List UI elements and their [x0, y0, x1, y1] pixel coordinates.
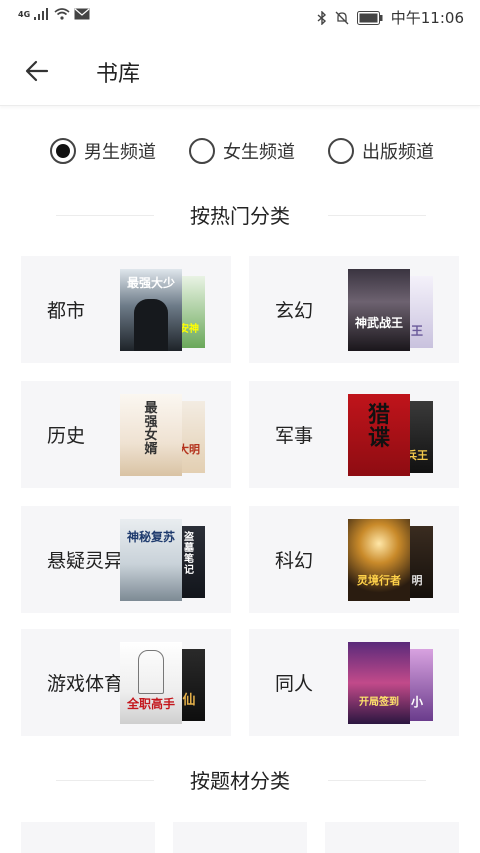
radio-publish-channel[interactable]: 出版频道 — [328, 134, 434, 168]
page-title: 书库 — [96, 62, 141, 87]
mute-icon — [335, 11, 349, 24]
category-card-xuanhuan[interactable]: 玄幻 王 神武战王 — [249, 256, 459, 363]
category-card-dushi[interactable]: 都市 安神 最强大少 — [21, 256, 231, 363]
divider — [328, 215, 426, 216]
divider — [328, 780, 426, 781]
book-cover: 神秘复苏 — [120, 519, 182, 601]
cover-text: 灵境行者 — [357, 574, 401, 587]
category-card-junshi[interactable]: 军事 兵王 猎谍 — [249, 381, 459, 488]
radio-label: 女生频道 — [223, 142, 295, 163]
theme-card[interactable] — [173, 822, 307, 853]
book-cover: 最强大少 — [120, 269, 182, 351]
category-label: 军事 — [275, 425, 314, 447]
category-label: 都市 — [47, 300, 86, 322]
radio-male-channel[interactable]: 男生频道 — [50, 134, 156, 168]
wifi-icon — [54, 8, 70, 20]
book-cover: 灵境行者 — [348, 519, 410, 601]
clock: 中午11:06 — [390, 9, 464, 27]
radio-dot — [56, 144, 70, 158]
radio-circle — [328, 138, 354, 164]
cover-text: 猎谍 — [367, 402, 390, 452]
signal-icon — [34, 8, 49, 20]
cover-text: 最强大少 — [126, 276, 175, 290]
cover-text: 开局签到 — [359, 697, 399, 708]
category-label: 科幻 — [275, 550, 314, 572]
battery-icon — [356, 10, 383, 25]
cover-text: 神武战王 — [354, 316, 403, 330]
book-cover: 最强女婿 — [120, 394, 182, 476]
back-button[interactable] — [20, 54, 54, 88]
channel-selector: 男生频道 女生频道 出版频道 — [0, 134, 480, 168]
status-bar: 4G 中午11:06 — [0, 0, 480, 34]
category-label: 同人 — [275, 673, 314, 695]
category-label: 玄幻 — [275, 300, 314, 322]
bluetooth-icon — [317, 10, 326, 25]
category-label: 游戏体育 — [47, 673, 124, 695]
category-card-lishi[interactable]: 历史 大明 最强女婿 — [21, 381, 231, 488]
theme-card[interactable] — [21, 822, 155, 853]
hot-section-header: 按热门分类 — [0, 200, 480, 230]
cover-figure — [134, 299, 168, 351]
cover-figure — [138, 650, 164, 694]
book-cover: 开局签到 — [348, 642, 410, 724]
category-card-youxi[interactable]: 游戏体育 仙 全职高手 — [21, 629, 231, 736]
radio-circle — [189, 138, 215, 164]
cover-text: 全职高手 — [126, 697, 175, 711]
app-bar: 书库 — [0, 34, 480, 106]
network-type: 4G — [18, 9, 31, 19]
radio-female-channel[interactable]: 女生频道 — [189, 134, 295, 168]
category-label: 悬疑灵异 — [47, 550, 124, 572]
book-cover: 猎谍 — [348, 394, 410, 476]
cover-text: 盗墓笔记 — [184, 532, 194, 576]
book-cover: 神武战王 — [348, 269, 410, 351]
radio-label: 男生频道 — [84, 142, 156, 163]
category-label: 历史 — [47, 425, 86, 447]
book-cover: 全职高手 — [120, 642, 182, 724]
radio-label: 出版频道 — [362, 142, 434, 163]
mail-icon — [74, 8, 90, 20]
arrow-left-icon — [25, 60, 49, 82]
cover-text: 最强女婿 — [144, 401, 158, 457]
cover-text: 神秘复苏 — [126, 530, 175, 544]
theme-section-header: 按题材分类 — [0, 765, 480, 795]
theme-card[interactable] — [325, 822, 459, 853]
category-card-tongren[interactable]: 同人 小 开局签到 — [249, 629, 459, 736]
category-card-xuanyi[interactable]: 悬疑灵异 盗墓笔记 神秘复苏 — [21, 506, 231, 613]
category-card-kehuan[interactable]: 科幻 明 灵境行者 — [249, 506, 459, 613]
radio-circle — [50, 138, 76, 164]
